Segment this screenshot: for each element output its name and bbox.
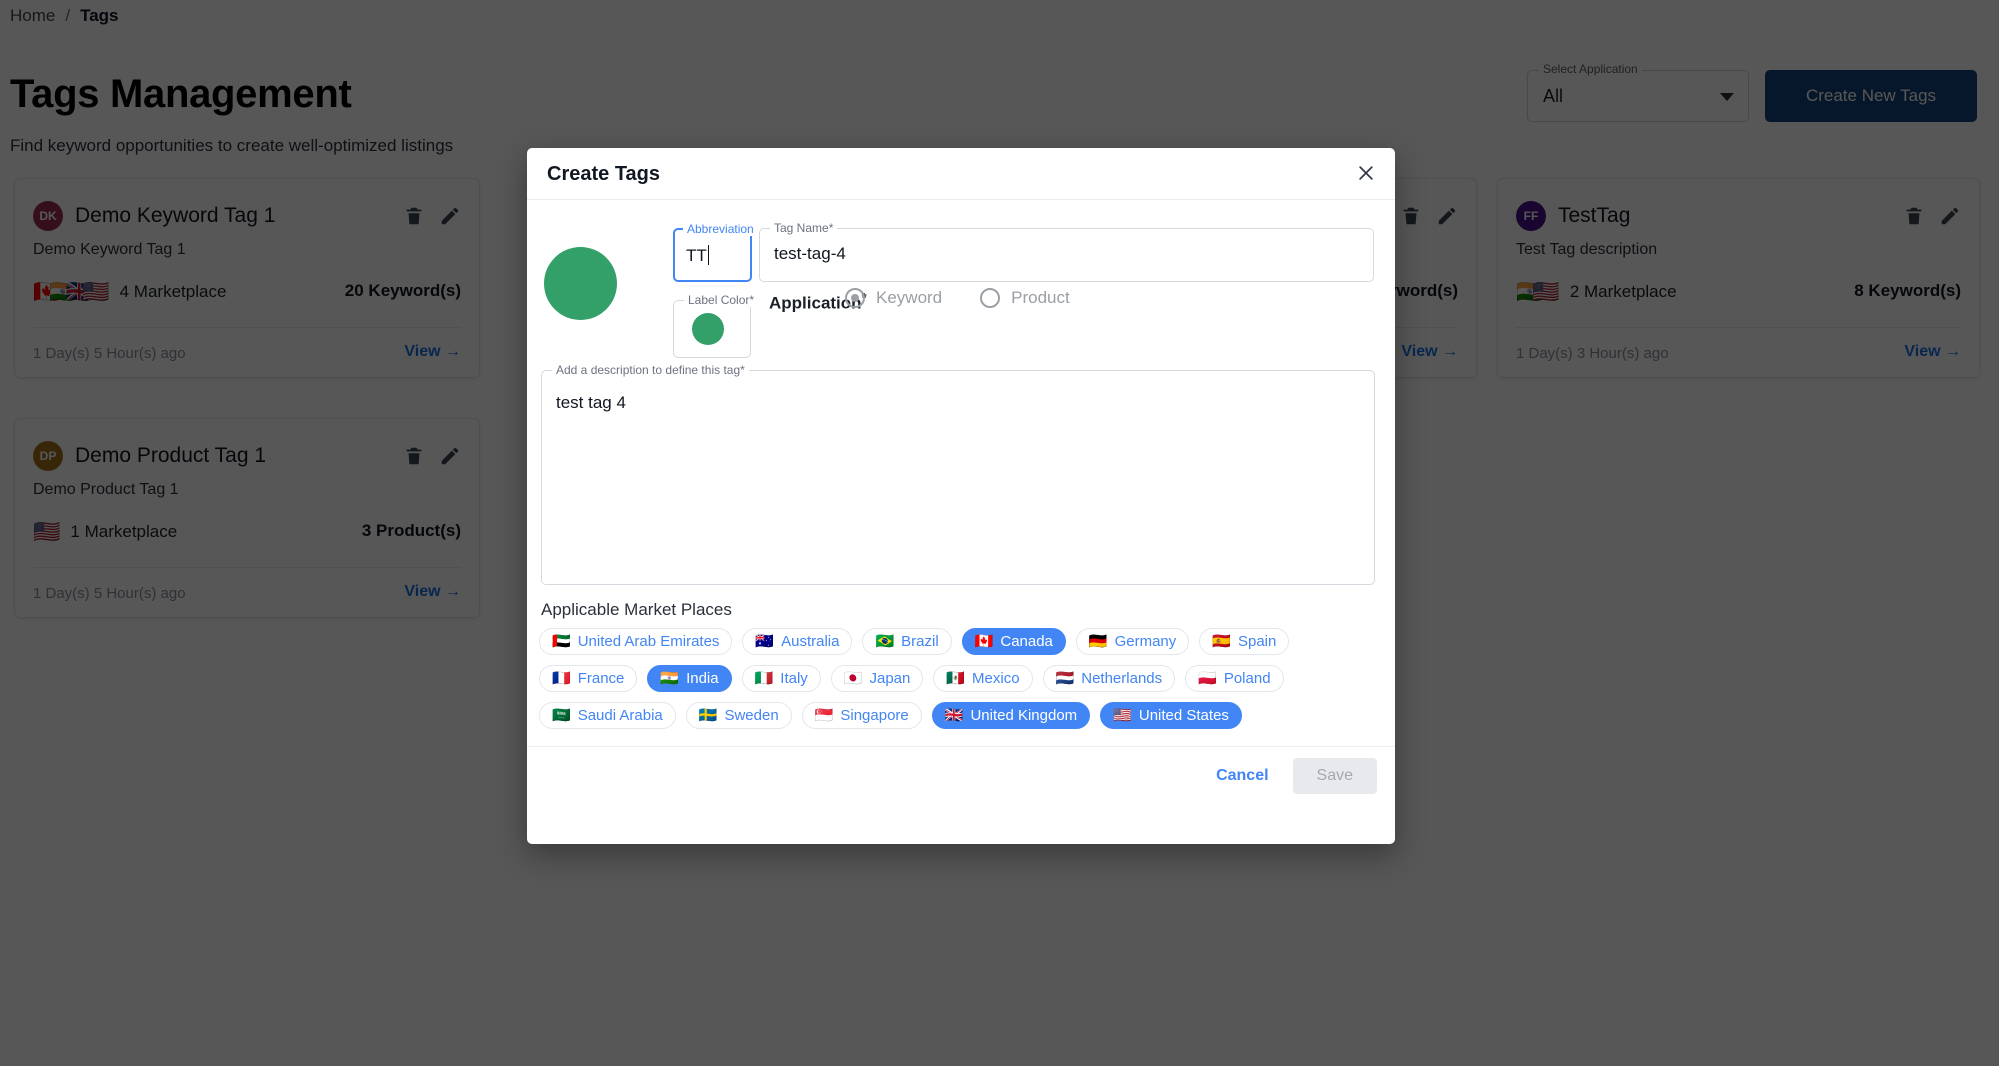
radio-keyword[interactable]: Keyword	[845, 288, 942, 308]
description-textarea[interactable]: Add a description to define this tag* te…	[541, 363, 1375, 585]
flag-icon: 🇪🇸	[1212, 633, 1231, 650]
marketplace-chip-label: Mexico	[972, 670, 1020, 687]
marketplace-chip-label: Spain	[1237, 633, 1277, 650]
flag-icon: 🇦🇺	[755, 633, 775, 650]
marketplace-chip-label: Brazil	[901, 633, 939, 650]
marketplace-chip[interactable]: 🇸🇦 Saudi Arabia	[539, 702, 676, 729]
radio-product[interactable]: Product	[980, 288, 1070, 308]
radio-keyword-dot	[845, 288, 865, 308]
flag-icon: 🇺🇸	[1113, 707, 1132, 724]
marketplace-chip[interactable]: 🇧🇷 Brazil	[862, 628, 952, 655]
tag-name-value: test-tag-4	[774, 244, 846, 263]
tag-name-input[interactable]: Tag Name* test-tag-4	[759, 221, 1374, 282]
flag-icon: 🇩🇪	[1088, 633, 1108, 650]
marketplace-chip[interactable]: 🇪🇸 Spain	[1199, 628, 1290, 655]
modal-footer: Cancel Save	[527, 746, 1395, 804]
marketplace-chip[interactable]: 🇲🇽 Mexico	[933, 665, 1033, 692]
create-tags-modal: Create Tags Abbreviation TT Tag Name* te…	[527, 148, 1395, 844]
application-radio-group: Keyword Product	[845, 288, 1070, 308]
flag-icon: 🇦🇪	[552, 633, 571, 650]
save-button: Save	[1292, 757, 1377, 794]
marketplace-chip-label: Netherlands	[1081, 670, 1163, 687]
flag-icon: 🇮🇳	[660, 670, 680, 687]
tag-name-label: Tag Name*	[770, 221, 838, 235]
marketplace-chip-label: Italy	[780, 670, 808, 687]
marketplaces-title: Applicable Market Places	[541, 600, 732, 619]
marketplace-chip[interactable]: 🇮🇹 Italy	[741, 665, 821, 692]
radio-keyword-label: Keyword	[876, 288, 943, 307]
tag-color-preview	[544, 247, 617, 320]
description-label: Add a description to define this tag*	[552, 363, 749, 377]
marketplace-chip[interactable]: 🇮🇳 India	[647, 665, 732, 692]
text-cursor	[707, 245, 709, 265]
color-swatch[interactable]	[692, 313, 724, 345]
marketplace-chip-label: France	[577, 670, 625, 687]
label-color-picker[interactable]: Label Color*	[673, 293, 759, 358]
marketplace-chip[interactable]: 🇫🇷 France	[539, 665, 638, 692]
description-value: test tag 4	[556, 393, 626, 412]
abbreviation-value: TT	[686, 245, 709, 265]
marketplace-chip[interactable]: 🇵🇱 Poland	[1185, 665, 1284, 692]
marketplace-chip[interactable]: 🇸🇬 Singapore	[801, 702, 922, 729]
marketplace-chip[interactable]: 🇸🇪 Sweden	[685, 702, 792, 729]
marketplace-chip[interactable]: 🇯🇵 Japan	[830, 665, 924, 692]
marketplace-chip-label: Poland	[1223, 670, 1271, 687]
label-color-label: Label Color*	[684, 293, 759, 307]
marketplace-chip[interactable]: 🇬🇧 United Kingdom	[931, 702, 1091, 729]
cancel-button[interactable]: Cancel	[1204, 759, 1280, 793]
flag-icon: 🇮🇹	[754, 670, 774, 687]
marketplace-chip-label: Singapore	[840, 707, 909, 724]
flag-icon: 🇲🇽	[946, 670, 966, 687]
marketplace-chip-label: Sweden	[724, 707, 779, 724]
flag-icon: 🇨🇦	[974, 633, 994, 650]
radio-product-dot	[980, 288, 1001, 308]
flag-icon: 🇸🇪	[698, 707, 718, 724]
marketplace-chip-label: Canada	[1000, 633, 1053, 650]
flag-icon: 🇬🇧	[944, 707, 964, 724]
marketplace-chip[interactable]: 🇦🇪 United Arab Emirates	[539, 628, 733, 655]
marketplace-chip-list: 🇦🇪 United Arab Emirates 🇦🇺 Australia 🇧🇷 Brazi…	[539, 628, 1379, 729]
flag-icon: 🇯🇵	[843, 670, 863, 687]
flag-icon: 🇸🇬	[814, 707, 834, 724]
flag-icon: 🇳🇱	[1055, 670, 1075, 687]
flag-icon: 🇸🇦	[552, 707, 571, 724]
marketplace-chip-label: India	[686, 670, 719, 687]
flag-icon: 🇫🇷	[552, 670, 571, 687]
abbreviation-input[interactable]: Abbreviation TT	[673, 222, 758, 282]
marketplace-chip-label: United Arab Emirates	[577, 633, 720, 650]
modal-body: Abbreviation TT Tag Name* test-tag-4 Lab…	[527, 200, 1395, 804]
modal-header: Create Tags	[527, 148, 1395, 200]
marketplace-chip-label: Saudi Arabia	[577, 707, 663, 724]
flag-icon: 🇵🇱	[1198, 670, 1217, 687]
marketplace-chip-label: United States	[1138, 707, 1229, 724]
marketplace-chip[interactable]: 🇦🇺 Australia	[742, 628, 853, 655]
marketplace-chip[interactable]: 🇺🇸 United States	[1100, 702, 1242, 729]
marketplace-chip[interactable]: 🇩🇪 Germany	[1075, 628, 1190, 655]
marketplace-chip[interactable]: 🇨🇦 Canada	[961, 628, 1066, 655]
marketplace-chip[interactable]: 🇳🇱 Netherlands	[1042, 665, 1176, 692]
modal-title: Create Tags	[547, 163, 661, 185]
marketplace-chip-label: Japan	[869, 670, 911, 687]
marketplace-chip-label: Australia	[781, 633, 840, 650]
marketplace-chip-label: Germany	[1114, 633, 1177, 650]
marketplace-chip-label: United Kingdom	[970, 707, 1078, 724]
radio-product-label: Product	[1011, 288, 1070, 307]
close-icon[interactable]	[1351, 159, 1381, 189]
abbreviation-label: Abbreviation	[683, 222, 758, 236]
flag-icon: 🇧🇷	[875, 633, 895, 650]
